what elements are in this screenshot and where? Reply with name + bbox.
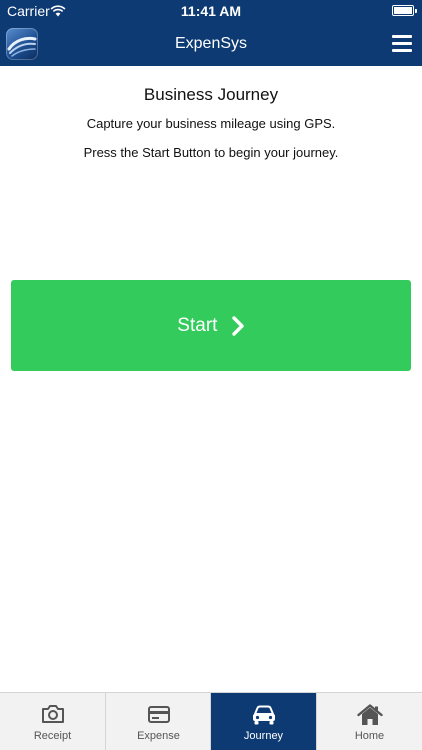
home-icon — [356, 704, 383, 725]
page-title: Business Journey — [143, 85, 279, 104]
battery-icon — [392, 5, 417, 16]
tab-expense[interactable]: Expense — [106, 693, 211, 750]
tab-journey[interactable]: Journey — [211, 693, 316, 750]
tab-label-expense: Expense — [137, 730, 180, 742]
chevron-right-icon — [232, 316, 244, 336]
tab-home[interactable]: Home — [317, 693, 422, 750]
status-bar: Carrier 11:41 AM — [0, 0, 422, 22]
app-title: ExpenSys — [174, 35, 248, 52]
tab-bar: Receipt Expense Journey Home — [0, 692, 422, 750]
description-line-1: Capture your business mileage using GPS. — [86, 116, 336, 131]
app-header: Carrier 11:41 AM ExpenSys — [0, 0, 422, 66]
tab-receipt[interactable]: Receipt — [0, 693, 105, 750]
tab-label-home: Home — [354, 730, 385, 742]
hamburger-menu-icon[interactable] — [390, 32, 414, 54]
car-icon — [252, 705, 275, 725]
start-button-label: Start — [177, 315, 218, 336]
tab-label-receipt: Receipt — [33, 730, 72, 742]
wallet-icon — [147, 706, 170, 723]
clock: 11:41 AM — [180, 3, 242, 19]
start-journey-button[interactable]: Start — [11, 280, 411, 371]
description-line-2: Press the Start Button to begin your jou… — [83, 145, 339, 160]
nav-bar: ExpenSys — [0, 22, 422, 66]
camera-icon — [41, 705, 64, 723]
tab-label-journey: Journey — [243, 730, 284, 742]
